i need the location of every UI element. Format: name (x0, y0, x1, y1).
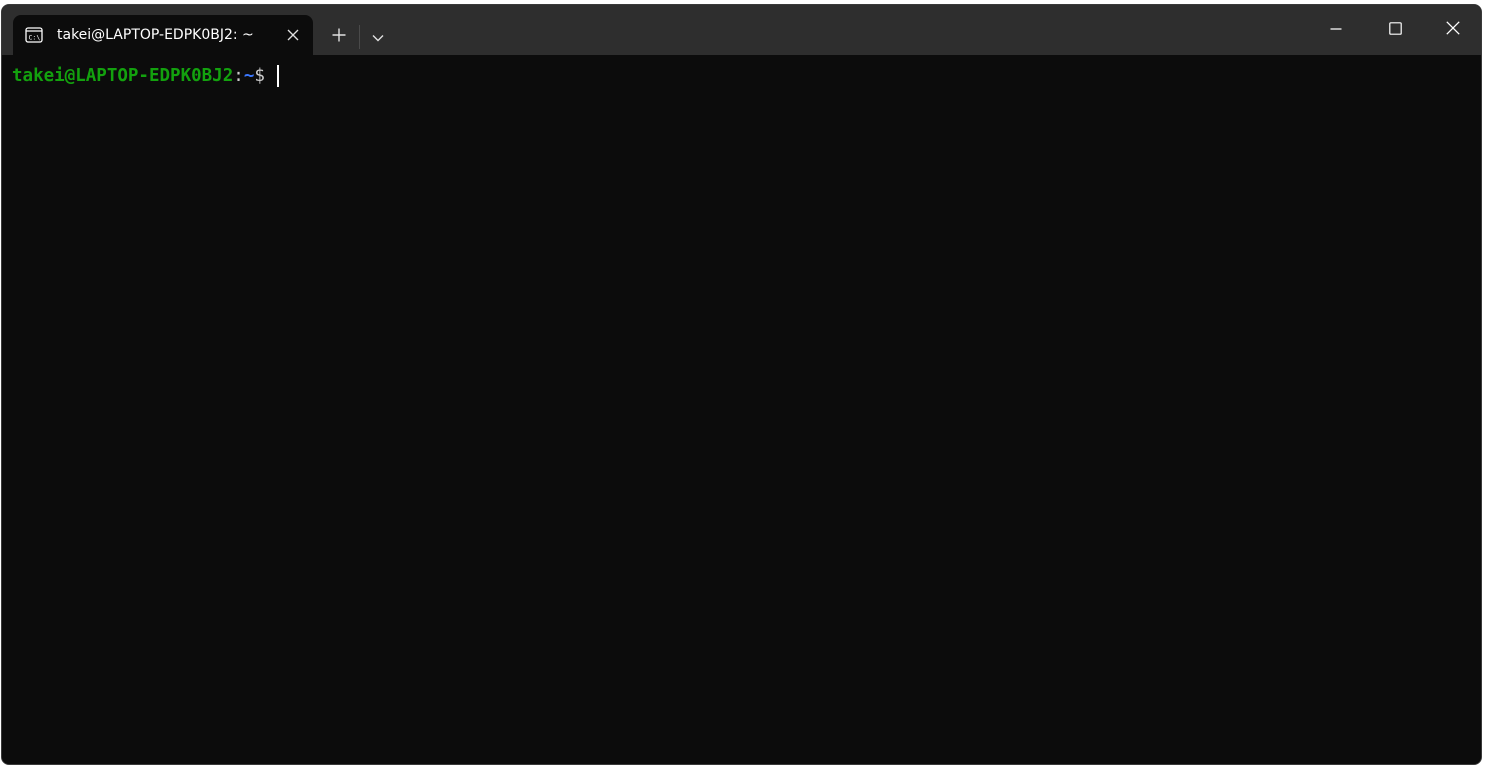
minimize-button[interactable] (1307, 5, 1365, 53)
minimize-icon (1330, 20, 1342, 39)
new-tab-button[interactable] (322, 21, 356, 51)
close-icon (1446, 20, 1460, 39)
prompt-path: ~ (243, 66, 255, 86)
chevron-down-icon (372, 27, 384, 46)
terminal-icon: C:\ (25, 26, 43, 44)
tab-separator (359, 25, 360, 49)
prompt-user-host: takei@LAPTOP-EDPK0BJ2 (12, 66, 234, 86)
tab-terminal[interactable]: C:\ takei@LAPTOP-EDPK0BJ2: ~ (13, 15, 313, 55)
close-button[interactable] (1424, 5, 1481, 53)
tab-close-icon[interactable] (279, 21, 307, 49)
svg-text:C:\: C:\ (29, 34, 41, 42)
terminal-window: C:\ takei@LAPTOP-EDPK0BJ2: ~ takei@LAPTO… (1, 4, 1482, 765)
text-cursor (277, 65, 280, 87)
plus-icon (332, 27, 346, 46)
title-bar[interactable]: C:\ takei@LAPTOP-EDPK0BJ2: ~ (2, 5, 1481, 55)
command-prompt: takei@LAPTOP-EDPK0BJ2: ~ $ (12, 65, 280, 87)
terminal-output-area[interactable]: takei@LAPTOP-EDPK0BJ2: ~ $ (2, 55, 1481, 764)
maximize-icon (1388, 20, 1402, 39)
maximize-button[interactable] (1366, 5, 1424, 53)
tab-title: takei@LAPTOP-EDPK0BJ2: ~ (57, 27, 254, 43)
prompt-symbol: $ (254, 66, 276, 86)
prompt-colon: : (233, 66, 244, 86)
profile-dropdown-button[interactable] (362, 21, 394, 51)
